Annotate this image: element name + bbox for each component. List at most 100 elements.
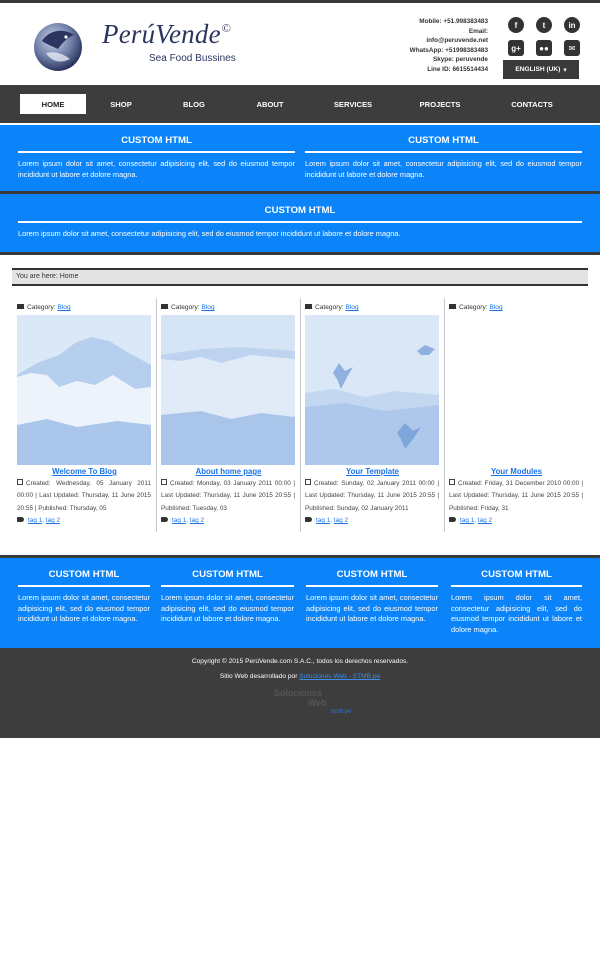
language-select[interactable]: ENGLISH (UK) ▾: [503, 60, 579, 79]
blog-article: Category: Blog Welcome To Blog Created: …: [12, 298, 157, 532]
facebook-icon[interactable]: f: [508, 17, 524, 33]
breadcrumb-prefix: You are here:: [16, 273, 58, 280]
tag-link[interactable]: tag 2: [334, 517, 348, 524]
tag-icon: [305, 517, 312, 522]
calendar-icon: [449, 479, 455, 485]
category-link[interactable]: Blog: [57, 304, 70, 311]
module-text: Lorem ipsum dolor sit amet, consectetur …: [161, 593, 294, 624]
category-link[interactable]: Blog: [345, 304, 358, 311]
article-title[interactable]: Your Template: [300, 467, 445, 476]
blog-article: Category: Blog Your Template Created: Su…: [300, 298, 445, 532]
footer-copyright: Copyright © 2015 PerúVende.com S.A.C., t…: [191, 658, 409, 665]
article-meta: Created: Friday, 31 December 2010 00:00 …: [449, 479, 583, 512]
tumblr-icon[interactable]: t: [536, 17, 552, 33]
tag-link[interactable]: tag 1: [316, 517, 330, 524]
google-plus-icon[interactable]: g+: [508, 40, 524, 56]
module-title: CUSTOM HTML: [451, 569, 582, 587]
article-category: Category: Blog: [17, 304, 71, 311]
site-logo[interactable]: PerúVende© Sea Food Bussines: [30, 17, 260, 77]
contact-email[interactable]: info@peruvende.net: [410, 36, 488, 46]
tag-link[interactable]: tag 2: [190, 517, 204, 524]
folder-icon: [17, 304, 24, 309]
article-title[interactable]: Your Modules: [444, 467, 589, 476]
footer-partner-logo[interactable]: Soluciones Web stmb.pe: [272, 688, 352, 718]
custom-module: CUSTOM HTML Lorem ipsum dolor sit amet, …: [18, 569, 150, 625]
blog-article: Category: Blog Your Modules Created: Fri…: [444, 298, 589, 532]
module-title: CUSTOM HTML: [18, 205, 582, 223]
chevron-down-icon: ▾: [563, 66, 567, 74]
calendar-icon: [161, 479, 167, 485]
linkedin-icon[interactable]: in: [564, 17, 580, 33]
nav-item-projects[interactable]: PROJECTS: [412, 94, 468, 114]
module-text: Lorem ipsum dolor sit amet, consectetur …: [18, 229, 401, 238]
article-title[interactable]: Welcome To Blog: [12, 467, 157, 476]
article-tags: tag 1, tag 2: [305, 517, 348, 524]
module-title: CUSTOM HTML: [306, 569, 438, 587]
nav-item-about[interactable]: ABOUT: [244, 94, 296, 114]
article-meta: Created: Sunday, 02 January 2011 00:00 |…: [305, 479, 439, 512]
folder-icon: [305, 304, 312, 309]
contact-info: Mobile: +51.998383483 Email: info@peruve…: [410, 17, 488, 75]
article-image: [161, 315, 295, 465]
article-category: Category: Blog: [449, 304, 503, 311]
article-category: Category: Blog: [161, 304, 215, 311]
site-header: PerúVende© Sea Food Bussines Mobile: +51…: [0, 3, 600, 83]
footer-credit: Sitio Web desarrollado por Soluciones We…: [219, 673, 381, 680]
tag-link[interactable]: tag 2: [46, 517, 60, 524]
flickr-icon[interactable]: ●●: [536, 40, 552, 56]
contact-whatsapp: WhatsApp: +51998383483: [409, 46, 488, 54]
article-tags: tag 1, tag 2: [449, 517, 492, 524]
article-tags: tag 1, tag 2: [161, 517, 204, 524]
divider: [0, 252, 600, 255]
wide-module-band: CUSTOM HTML Lorem ipsum dolor sit amet, …: [0, 194, 600, 252]
article-title[interactable]: About home page: [156, 467, 301, 476]
custom-module: CUSTOM HTML Lorem ipsum dolor sit amet, …: [306, 569, 438, 625]
article-category: Category: Blog: [305, 304, 359, 311]
category-link[interactable]: Blog: [489, 304, 502, 311]
article-meta: Created: Monday, 03 January 2011 00:00 |…: [161, 479, 295, 512]
module-text: Lorem ipsum dolor sit amet, consectetur …: [306, 593, 438, 624]
tag-link[interactable]: tag 2: [478, 517, 492, 524]
nav-item-home[interactable]: HOME: [20, 94, 86, 114]
article-image: [17, 315, 151, 465]
tag-link[interactable]: tag 1: [28, 517, 42, 524]
site-footer: Copyright © 2015 PerúVende.com S.A.C., t…: [0, 648, 600, 738]
module-title: CUSTOM HTML: [18, 135, 295, 153]
custom-module: CUSTOM HTML Lorem ipsum dolor sit amet, …: [451, 569, 582, 635]
module-title: CUSTOM HTML: [305, 135, 582, 153]
tag-link[interactable]: tag 1: [172, 517, 186, 524]
custom-module: CUSTOM HTML Lorem ipsum dolor sit amet, …: [161, 569, 294, 625]
module-title: CUSTOM HTML: [161, 569, 294, 587]
calendar-icon: [17, 479, 23, 485]
article-tags: tag 1, tag 2: [17, 517, 60, 524]
bottom-modules-band: CUSTOM HTML Lorem ipsum dolor sit amet, …: [0, 558, 600, 648]
contact-mobile: Mobile: +51.998383483: [419, 18, 488, 25]
module-text: Lorem ipsum dolor sit amet, consectetur …: [305, 159, 582, 179]
tag-icon: [161, 517, 168, 522]
top-modules-band: CUSTOM HTML Lorem ipsum dolor sit amet, …: [0, 125, 600, 191]
custom-module: CUSTOM HTML Lorem ipsum dolor sit amet, …: [18, 205, 582, 240]
email-icon[interactable]: ✉: [564, 40, 580, 56]
category-link[interactable]: Blog: [201, 304, 214, 311]
folder-icon: [449, 304, 456, 309]
tag-icon: [17, 517, 24, 522]
contact-skype: Skype: peruvende: [432, 56, 488, 64]
nav-item-contacts[interactable]: CONTACTS: [500, 94, 564, 114]
module-text: Lorem ipsum dolor sit amet, consectetur …: [18, 593, 150, 624]
social-links: f t in g+ ●● ✉: [508, 17, 580, 56]
nav-item-blog[interactable]: BLOG: [170, 94, 218, 114]
module-text: Lorem ipsum dolor sit amet, consectetur …: [451, 593, 582, 634]
language-label: ENGLISH (UK): [515, 66, 561, 73]
module-title: CUSTOM HTML: [18, 569, 150, 587]
tag-link[interactable]: tag 1: [460, 517, 474, 524]
calendar-icon: [305, 479, 311, 485]
footer-credit-link[interactable]: Soluciones Web - STMB.pe: [299, 673, 380, 680]
module-text: Lorem ipsum dolor sit amet, consectetur …: [18, 159, 295, 179]
nav-item-services[interactable]: SERVICES: [326, 94, 380, 114]
main-nav: HOME SHOP BLOG ABOUT SERVICES PROJECTS C…: [0, 85, 600, 123]
nav-item-shop[interactable]: SHOP: [96, 94, 146, 114]
folder-icon: [161, 304, 168, 309]
breadcrumb-current: Home: [59, 273, 79, 280]
blog-article: Category: Blog About home page Created: …: [156, 298, 301, 532]
custom-module: CUSTOM HTML Lorem ipsum dolor sit amet, …: [305, 135, 582, 180]
